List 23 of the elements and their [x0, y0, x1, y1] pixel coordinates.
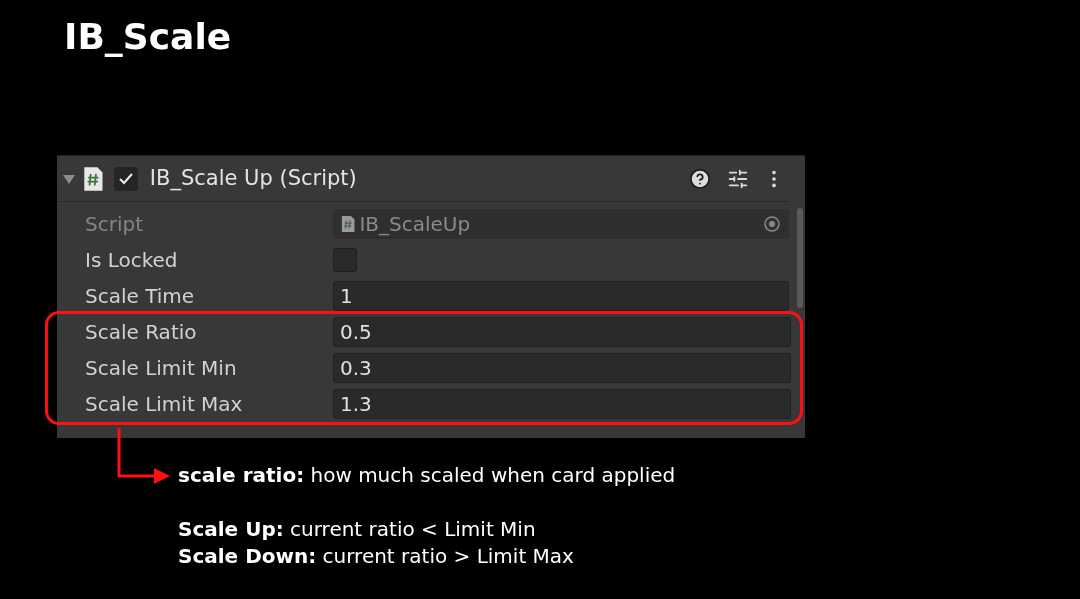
script-file-icon	[83, 165, 104, 192]
note-text: Scale Up: current ratio < Limit Min	[178, 516, 537, 543]
property-label: Is Locked	[84, 247, 179, 274]
input-field[interactable]: 0.3	[333, 353, 791, 383]
enabled-checkbox[interactable]	[113, 166, 138, 191]
help-icon[interactable]	[689, 167, 711, 190]
note-text: Scale Down: current ratio > Limit Max	[178, 543, 575, 570]
object-name: IB_ScaleUp	[359, 211, 472, 238]
property-label: Scale Ratio	[84, 319, 198, 346]
script-file-icon	[341, 215, 356, 233]
input-field[interactable]: 1.3	[333, 389, 791, 419]
note-text: scale ratio: how much scaled when card applied	[178, 462, 676, 489]
property-label: Scale Limit Min	[84, 355, 238, 382]
property-label: Scale Limit Max	[84, 391, 244, 418]
property-label: Script	[84, 211, 144, 238]
component-title: IB_Scale Up (Script)	[149, 164, 358, 193]
input-field[interactable]: 1	[333, 281, 789, 311]
property-label: Scale Time	[84, 283, 196, 310]
slide-title: IB_Scale	[64, 15, 232, 59]
checkbox[interactable]	[333, 248, 357, 272]
arrow	[116, 428, 172, 486]
input-field[interactable]: 0.5	[333, 317, 791, 347]
settings-sliders-icon[interactable]	[727, 167, 749, 190]
